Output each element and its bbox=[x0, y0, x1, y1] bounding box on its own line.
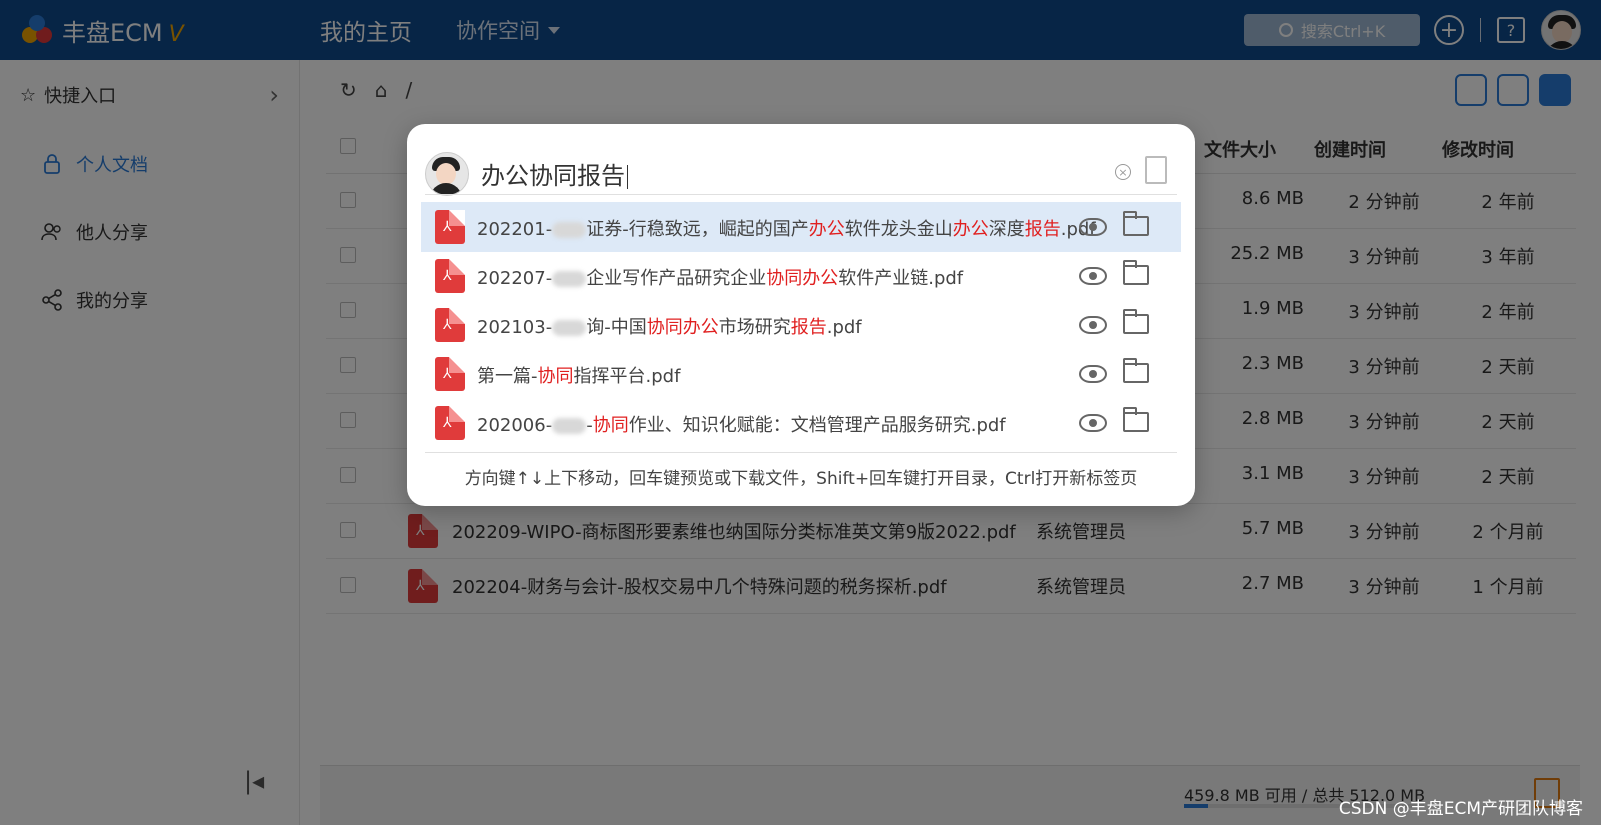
name-fragment: 第一篇- bbox=[477, 366, 538, 387]
name-fragment: .pdf bbox=[826, 317, 862, 338]
pdf-icon: ⅄ bbox=[435, 308, 465, 342]
pdf-icon: ⅄ bbox=[435, 259, 465, 293]
avatar bbox=[425, 152, 469, 196]
match-highlight: 办公 bbox=[952, 219, 989, 240]
document-search-icon[interactable] bbox=[1145, 156, 1167, 184]
search-result-item[interactable]: ⅄ 202103- 询-中国协同办公市场研究报告.pdf bbox=[421, 300, 1181, 350]
search-result-item[interactable]: ⅄ 202201- 证券-行稳致远，崛起的国产办公软件龙头金山办公深度报告.pdf bbox=[421, 202, 1181, 252]
name-fragment: 202006- bbox=[477, 415, 553, 436]
pdf-icon: ⅄ bbox=[435, 357, 465, 391]
folder-open-icon[interactable] bbox=[1123, 211, 1149, 236]
clear-icon[interactable]: × bbox=[1115, 164, 1131, 180]
name-fragment: 202103- bbox=[477, 317, 553, 338]
name-fragment: 作业、知识化赋能：文档管理产品服务研究.pdf bbox=[628, 415, 1006, 436]
folder-open-icon[interactable] bbox=[1123, 260, 1149, 285]
eye-icon[interactable] bbox=[1079, 316, 1107, 334]
redacted-text bbox=[552, 222, 587, 238]
folder-open-icon[interactable] bbox=[1123, 358, 1149, 383]
search-result-name: 202006- -协同作业、知识化赋能：文档管理产品服务研究.pdf bbox=[477, 411, 1006, 437]
name-fragment: 202207- bbox=[477, 268, 553, 289]
search-result-name: 202201- 证券-行稳致远，崛起的国产办公软件龙头金山办公深度报告.pdf bbox=[477, 215, 1096, 241]
search-result-name: 第一篇-协同指挥平台.pdf bbox=[477, 362, 680, 388]
search-result-item[interactable]: ⅄ 202207- 企业写作产品研究企业协同办公软件产业链.pdf bbox=[421, 251, 1181, 301]
redacted-text bbox=[552, 320, 587, 336]
name-fragment: 询-中国 bbox=[586, 317, 647, 338]
match-highlight: 协同 bbox=[537, 366, 574, 387]
divider bbox=[425, 452, 1177, 453]
redacted-text bbox=[552, 418, 587, 434]
name-fragment: 证券-行稳致远，崛起的国产 bbox=[586, 219, 809, 240]
divider bbox=[425, 194, 1177, 195]
search-modal: 办公协同报告 × ⅄ 202201- 证券-行稳致远，崛起的国产办公软件龙头金山办公… bbox=[407, 124, 1195, 506]
eye-icon[interactable] bbox=[1079, 414, 1107, 432]
pdf-icon: ⅄ bbox=[435, 210, 465, 244]
name-fragment: 202201- bbox=[477, 219, 553, 240]
folder-open-icon[interactable] bbox=[1123, 407, 1149, 432]
keyboard-hint: 方向键↑↓上下移动，回车键预览或下载文件，Shift+回车键打开目录，Ctrl打… bbox=[464, 469, 1138, 489]
search-result-item[interactable]: ⅄ 202006- -协同作业、知识化赋能：文档管理产品服务研究.pdf bbox=[421, 398, 1181, 448]
search-result-item[interactable]: ⅄ 第一篇-协同指挥平台.pdf bbox=[421, 349, 1181, 399]
match-highlight: 报告 bbox=[790, 317, 827, 338]
pdf-icon: ⅄ bbox=[435, 406, 465, 440]
search-input[interactable]: 办公协同报告 bbox=[481, 156, 628, 191]
name-fragment: 市场研究 bbox=[718, 317, 791, 338]
eye-icon[interactable] bbox=[1079, 365, 1107, 383]
match-highlight: 报告 bbox=[1024, 219, 1061, 240]
search-result-name: 202103- 询-中国协同办公市场研究报告.pdf bbox=[477, 313, 862, 339]
match-highlight: 协同 bbox=[592, 415, 629, 436]
search-result-name: 202207- 企业写作产品研究企业协同办公软件产业链.pdf bbox=[477, 264, 963, 290]
name-fragment: 企业写作产品研究企业 bbox=[586, 268, 767, 289]
watermark: CSDN @丰盘ECM产研团队博客 bbox=[1338, 799, 1583, 819]
match-highlight: 协同办公 bbox=[646, 317, 719, 338]
name-fragment: 软件龙头金山 bbox=[844, 219, 953, 240]
name-fragment: 软件产业链.pdf bbox=[838, 268, 964, 289]
match-highlight: 协同办公 bbox=[766, 268, 839, 289]
folder-open-icon[interactable] bbox=[1123, 309, 1149, 334]
eye-icon[interactable] bbox=[1079, 267, 1107, 285]
redacted-text bbox=[552, 271, 587, 287]
match-highlight: 办公 bbox=[808, 219, 845, 240]
name-fragment: 深度 bbox=[988, 219, 1025, 240]
name-fragment: 指挥平台.pdf bbox=[573, 366, 681, 387]
eye-icon[interactable] bbox=[1079, 218, 1107, 236]
